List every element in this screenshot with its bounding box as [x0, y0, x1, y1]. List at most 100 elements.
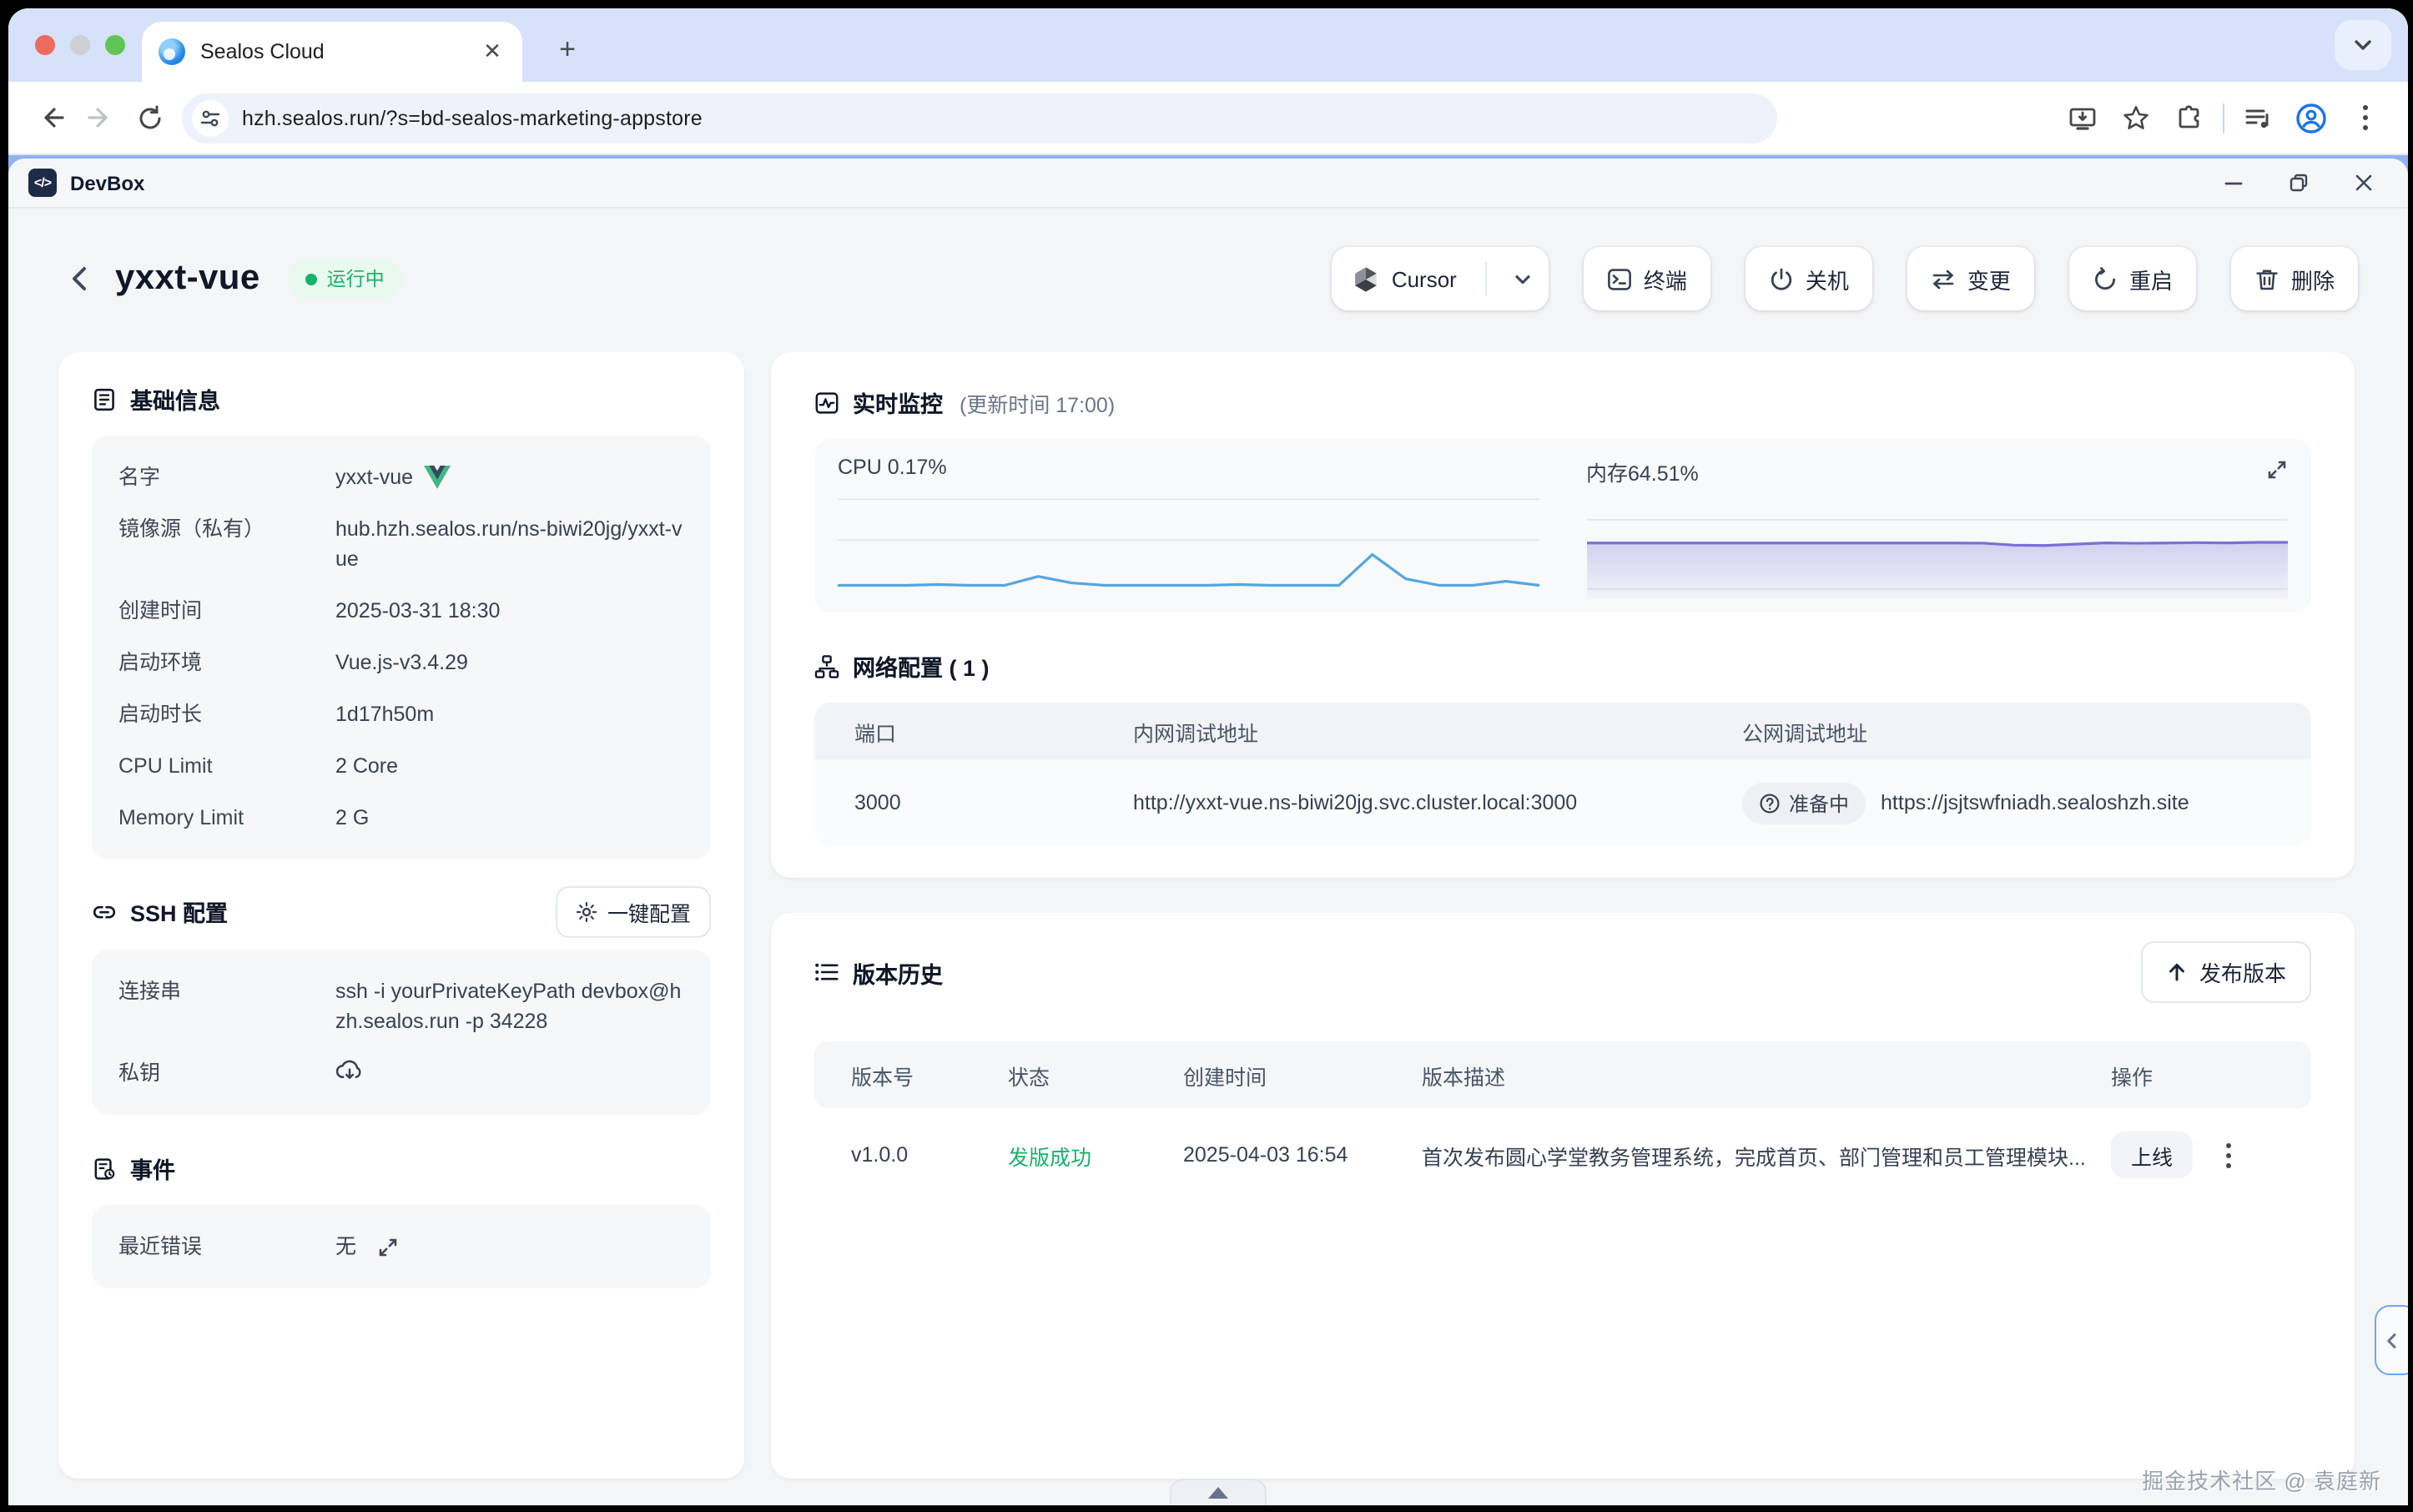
- vue-logo-icon: [423, 466, 450, 489]
- info-label: 启动时长: [118, 699, 335, 729]
- sealos-favicon-icon: [159, 38, 185, 65]
- minimize-icon[interactable]: [2223, 172, 2244, 194]
- tab-close-icon[interactable]: ✕: [479, 38, 506, 65]
- forward-button[interactable]: [75, 93, 125, 143]
- monitor-update-hint: (更新时间 17:00): [960, 386, 1115, 418]
- expand-icon[interactable]: [376, 1236, 398, 1257]
- side-panel-toggle[interactable]: [2375, 1305, 2408, 1375]
- ssh-connection-row: 连接串 ssh -i yourPrivateKeyPath devbox@hzh…: [118, 976, 684, 1036]
- public-address-value[interactable]: https://jsjtswfniadh.sealoshzh.site: [1881, 791, 2189, 814]
- info-label: 名字: [118, 462, 335, 492]
- media-controls-button[interactable]: [2231, 93, 2285, 143]
- open-in-ide-button[interactable]: Cursor: [1332, 247, 1549, 310]
- info-row-memory: Memory Limit 2 G: [118, 803, 684, 833]
- toolbar-divider: [2223, 103, 2224, 133]
- install-icon: [2068, 103, 2098, 133]
- memory-chart: 内存64.51%: [1563, 439, 2311, 612]
- info-label: 私钥: [118, 1058, 335, 1088]
- events-header: 事件: [92, 1152, 711, 1185]
- memory-usage-label: 内存64.51%: [1586, 456, 2288, 486]
- browser-menu-button[interactable]: [2338, 93, 2391, 143]
- info-label: Memory Limit: [118, 803, 335, 833]
- ide-dropdown-toggle[interactable]: [1499, 270, 1549, 288]
- chevron-down-icon: [1514, 270, 1533, 288]
- profile-button[interactable]: [2285, 93, 2338, 143]
- site-info-icon[interactable]: [192, 99, 229, 136]
- cpu-sparkline: [838, 486, 1539, 599]
- shutdown-button[interactable]: 关机: [1746, 247, 1872, 310]
- devbox-app-title: DevBox: [70, 171, 144, 194]
- row-menu-button[interactable]: [2219, 1136, 2238, 1174]
- terminal-button[interactable]: 终端: [1584, 247, 1710, 310]
- restart-icon: [2093, 266, 2118, 291]
- download-key-icon[interactable]: [335, 1058, 364, 1083]
- browser-toolbar: hzh.sealos.run/?s=bd-sealos-marketing-ap…: [8, 82, 2408, 155]
- restart-button[interactable]: 重启: [2069, 247, 2196, 310]
- version-value: v1.0.0: [851, 1143, 1008, 1167]
- release-version-button[interactable]: 发布版本: [2141, 941, 2311, 1003]
- info-row-created: 创建时间 2025-03-31 18:30: [118, 596, 684, 626]
- col-created: 创建时间: [1183, 1059, 1422, 1091]
- trash-icon: [2254, 266, 2280, 291]
- info-value: yxxt-vue: [335, 462, 413, 492]
- release-version-label: 发布版本: [2199, 956, 2286, 988]
- devbox-detail-page: yxxt-vue 运行中 Cursor: [8, 209, 2408, 1505]
- recent-error-value: 无: [335, 1232, 356, 1262]
- delete-button[interactable]: 删除: [2231, 247, 2358, 310]
- info-row-cpu: CPU Limit 2 Core: [118, 751, 684, 781]
- version-header: 版本历史 发布版本: [814, 943, 2311, 1001]
- activity-icon: [814, 390, 839, 415]
- bottom-dock-toggle[interactable]: [1170, 1479, 1267, 1505]
- triangle-up-icon: [1208, 1487, 1228, 1499]
- change-button[interactable]: 变更: [1907, 247, 2034, 310]
- info-row-name: 名字 yxxt-vue: [118, 462, 684, 492]
- preparing-label: 准备中: [1789, 789, 1849, 817]
- expand-monitor-button[interactable]: [2266, 459, 2288, 481]
- gear-icon: [576, 900, 597, 922]
- one-click-config-button[interactable]: 一键配置: [556, 885, 711, 937]
- cpu-usage-label: CPU 0.17%: [838, 456, 1539, 486]
- bookmark-button[interactable]: [2109, 93, 2163, 143]
- question-circle-icon: [1759, 792, 1781, 814]
- close-window-button[interactable]: [35, 35, 55, 55]
- ssh-connection-value: ssh -i yourPrivateKeyPath devbox@hzh.sea…: [335, 976, 684, 1036]
- network-table-header: 端口 内网调试地址 公网调试地址: [814, 703, 2311, 759]
- minimize-window-button[interactable]: [70, 35, 90, 55]
- forward-arrow-icon: [86, 103, 114, 132]
- col-version: 版本号: [851, 1059, 1008, 1091]
- network-icon: [814, 653, 839, 678]
- extensions-button[interactable]: [2163, 93, 2216, 143]
- restore-icon[interactable]: [2288, 172, 2310, 194]
- events-title: 事件: [130, 1152, 175, 1185]
- info-row-runtime: 启动环境 Vue.js-v3.4.29: [118, 648, 684, 678]
- zoom-window-button[interactable]: [105, 35, 125, 55]
- window-traffic-lights[interactable]: [35, 35, 125, 55]
- devbox-app-window: </> DevBox yxxt-vue: [8, 159, 2408, 1505]
- deploy-online-button[interactable]: 上线: [2111, 1131, 2193, 1178]
- info-label: 创建时间: [118, 596, 335, 626]
- cursor-logo-icon: [1352, 265, 1380, 293]
- install-app-button[interactable]: [2056, 93, 2109, 143]
- reload-button[interactable]: [125, 93, 175, 143]
- tab-search-button[interactable]: [2335, 20, 2391, 70]
- recent-error-row: 最近错误 无: [118, 1232, 684, 1262]
- info-label: 最近错误: [118, 1232, 335, 1262]
- back-to-list-button[interactable]: [58, 257, 102, 300]
- address-bar[interactable]: hzh.sealos.run/?s=bd-sealos-marketing-ap…: [182, 93, 1777, 143]
- basic-info-title: 基础信息: [130, 382, 220, 416]
- network-header: 网络配置 ( 1 ): [814, 649, 2311, 683]
- internal-address-value: http://yxxt-vue.ns-biwi20jg.svc.cluster.…: [1133, 791, 1742, 814]
- expand-icon: [2266, 459, 2288, 481]
- info-row-uptime: 启动时长 1d17h50m: [118, 699, 684, 729]
- devbox-window-controls: [2223, 172, 2388, 194]
- back-arrow-icon: [36, 103, 64, 132]
- close-icon[interactable]: [2353, 172, 2375, 194]
- browser-window: Sealos Cloud ✕ + hzh.sealos: [8, 8, 2408, 1505]
- star-icon: [2121, 103, 2151, 133]
- browser-tab[interactable]: Sealos Cloud ✕: [142, 22, 522, 82]
- new-tab-button[interactable]: +: [546, 28, 589, 72]
- memory-sparkline: [1586, 486, 2288, 599]
- link-icon: [92, 899, 117, 924]
- delete-label: 删除: [2291, 263, 2335, 295]
- back-button[interactable]: [25, 93, 75, 143]
